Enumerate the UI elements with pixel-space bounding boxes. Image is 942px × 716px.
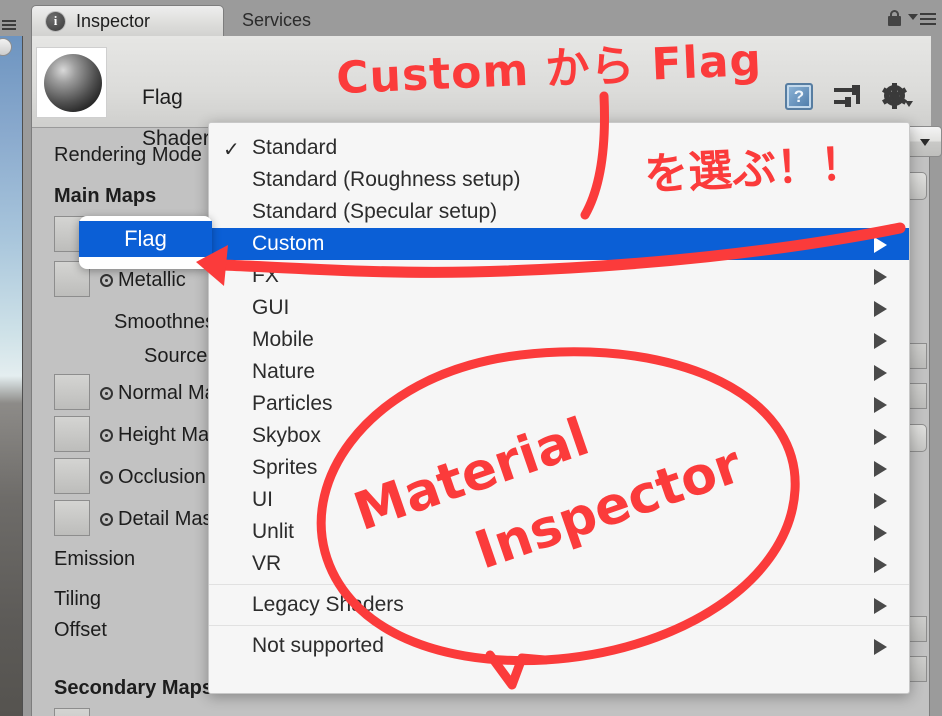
property-label: Main Maps [54, 185, 156, 208]
menu-separator [209, 625, 909, 626]
material-preview-thumbnail[interactable] [36, 47, 107, 118]
property-label: Tiling [54, 588, 101, 611]
menu-item-label: VR [252, 552, 282, 575]
scene-view-sliver [0, 36, 23, 716]
property-label: Offset [54, 619, 107, 642]
toggle-radio-icon[interactable] [100, 513, 113, 526]
shader-dropdown-menu[interactable]: ✓ Standard Standard (Roughness setup) Stand… [208, 122, 910, 694]
checkmark-icon: ✓ [223, 139, 240, 161]
shader-submenu-custom[interactable]: Flag [79, 216, 212, 269]
info-icon: i [46, 11, 65, 31]
submenu-arrow-icon [874, 461, 887, 477]
property-label-text: Height Map [118, 424, 221, 446]
menu-item-nature[interactable]: Nature [209, 356, 909, 388]
menu-item-label: Standard (Specular setup) [252, 200, 498, 223]
submenu-arrow-icon [874, 333, 887, 349]
tab-inspector-label: Inspector [76, 10, 151, 31]
property-label-text: Secondary Maps [54, 677, 213, 699]
submenu-item-flag[interactable]: Flag [79, 221, 212, 257]
texture-slot[interactable] [54, 500, 90, 536]
submenu-arrow-icon [874, 301, 887, 317]
property-label: Height Map [100, 424, 220, 447]
hamburger-icon[interactable] [2, 20, 16, 30]
texture-slot[interactable] [54, 458, 90, 494]
help-book-icon[interactable]: ? [785, 83, 813, 110]
menu-item-fx[interactable]: FX [209, 260, 909, 292]
menu-item-label: Standard (Roughness setup) [252, 168, 521, 191]
tab-bar: i Inspector Services [23, 0, 942, 36]
menu-item-not-supported[interactable]: Not supported [209, 630, 909, 662]
unity-inspector-window: i Inspector Services Flag Shader Standar… [0, 0, 942, 716]
menu-item-mobile[interactable]: Mobile [209, 324, 909, 356]
gear-icon[interactable] [881, 83, 913, 110]
property-label-text: Main Maps [54, 185, 157, 207]
menu-item-label: Unlit [252, 520, 295, 543]
sphere-preview-icon [44, 54, 102, 112]
toggle-radio-icon[interactable] [100, 387, 113, 400]
menu-item-label: Mobile [252, 328, 314, 351]
menu-item-label: Custom [252, 232, 325, 255]
property-label: Occlusion [100, 466, 206, 489]
property-label: Detail Mask [100, 508, 222, 531]
annotation-line-2: を選ぶ！！ [643, 138, 866, 201]
submenu-arrow-icon [874, 557, 887, 573]
menu-separator [209, 584, 909, 585]
property-label: Metallic [100, 269, 186, 292]
menu-item-label: GUI [252, 296, 290, 319]
preset-icon[interactable] [834, 83, 862, 110]
tab-inspector[interactable]: i Inspector [31, 5, 224, 36]
tab-services-label: Services [242, 10, 312, 30]
menu-item-label: Nature [252, 360, 316, 383]
submenu-arrow-icon [874, 397, 887, 413]
submenu-arrow-icon [874, 237, 887, 253]
menu-item-label: FX [252, 264, 279, 287]
menu-item-label: UI [252, 488, 273, 511]
texture-slot[interactable] [54, 374, 90, 410]
property-label: Secondary Maps [54, 677, 213, 700]
property-label-text: Occlusion [118, 466, 206, 488]
material-toolbar: ? [785, 83, 913, 110]
menu-item-label: Sprites [252, 456, 318, 479]
scene-view-header-sliver [0, 0, 23, 36]
menu-item-label: Not supported [252, 634, 384, 657]
menu-item-custom[interactable]: Custom [209, 228, 909, 260]
material-name: Flag [142, 86, 183, 109]
toggle-radio-icon[interactable] [100, 429, 113, 442]
property-label: Source [144, 345, 207, 368]
submenu-arrow-icon [874, 429, 887, 445]
property-label: Rendering Mode [54, 144, 202, 167]
toggle-radio-icon[interactable] [100, 274, 113, 287]
menu-item-label: Particles [252, 392, 333, 415]
property-label-text: Metallic [118, 269, 186, 291]
texture-slot[interactable] [54, 708, 90, 716]
submenu-arrow-icon [874, 365, 887, 381]
property-label-text: Source [144, 345, 208, 367]
property-label: Emission [54, 548, 135, 571]
tab-services[interactable]: Services [228, 5, 358, 36]
menu-item-gui[interactable]: GUI [209, 292, 909, 324]
submenu-arrow-icon [874, 639, 887, 655]
menu-item-standard-specular-setup[interactable]: Standard (Specular setup) [209, 196, 909, 228]
texture-slot[interactable] [54, 416, 90, 452]
property-label-text: Emission [54, 548, 136, 570]
menu-item-label: Skybox [252, 424, 321, 447]
menu-item-legacy-shaders[interactable]: Legacy Shaders [209, 589, 909, 621]
menu-item-label: Standard [252, 136, 338, 159]
property-label-text: Detail Mask [118, 508, 223, 530]
submenu-arrow-icon [874, 269, 887, 285]
submenu-arrow-icon [874, 525, 887, 541]
menu-item-label: Legacy Shaders [252, 593, 404, 616]
submenu-arrow-icon [874, 493, 887, 509]
toggle-radio-icon[interactable] [100, 471, 113, 484]
property-label-text: Tiling [54, 588, 102, 610]
property-label-text: Rendering Mode [54, 144, 202, 166]
submenu-arrow-icon [874, 598, 887, 614]
property-label-text: Offset [54, 619, 107, 641]
